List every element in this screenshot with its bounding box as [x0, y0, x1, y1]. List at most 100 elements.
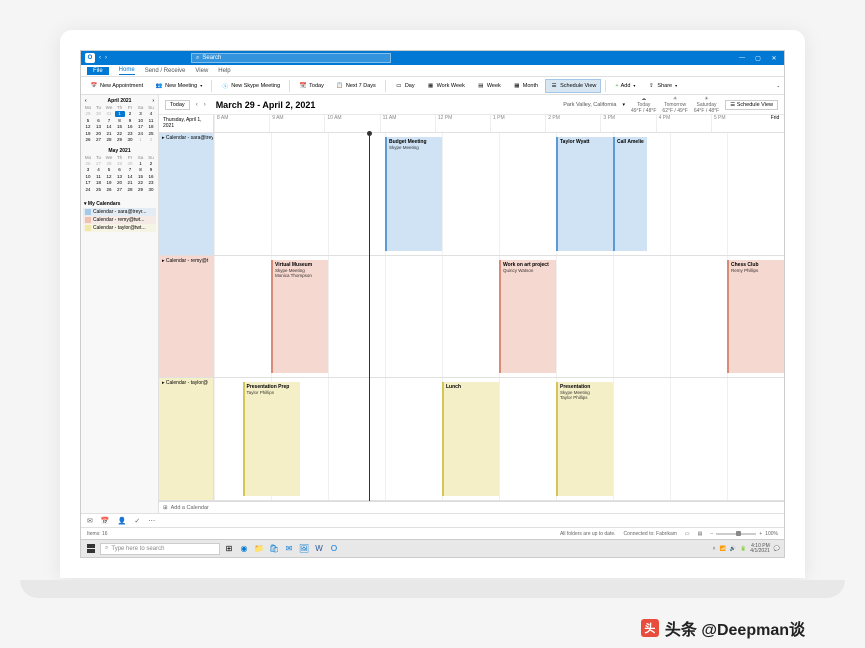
schedule-view-toggle[interactable]: ☰ Schedule View: [725, 100, 778, 110]
calendar-day[interactable]: 8: [115, 117, 125, 123]
zoom-in-icon[interactable]: +: [759, 531, 762, 537]
mini-calendar-may[interactable]: May 2021 MoTuWeThFrSaSu26272829301234567…: [83, 147, 156, 193]
next-month-icon[interactable]: ›: [152, 98, 154, 104]
calendar-day[interactable]: 21: [125, 180, 135, 186]
calendar-day[interactable]: 28: [104, 137, 114, 143]
calendar-event[interactable]: Call Amelie: [613, 137, 647, 251]
row-calendar-label[interactable]: ▸ Calendar - remy@t: [159, 256, 214, 378]
zoom-slider[interactable]: [716, 533, 756, 535]
tab-send-receive[interactable]: Send / Receive: [145, 68, 186, 74]
calendar-day[interactable]: 1: [136, 160, 146, 166]
calendar-day[interactable]: 27: [115, 186, 125, 192]
weather-day[interactable]: ☁Today49°F / 48°F: [631, 96, 656, 114]
calendar-day[interactable]: 27: [94, 137, 104, 143]
calendar-day[interactable]: 13: [94, 124, 104, 130]
calendar-day[interactable]: 9: [125, 117, 135, 123]
calendar-day[interactable]: 23: [146, 180, 156, 186]
calendar-day[interactable]: 22: [115, 130, 125, 136]
row-timeline[interactable]: Budget MeetingSkype Meeting Taylor WyattC…: [214, 133, 784, 255]
new-skype-meeting-button[interactable]: ⓢNew Skype Meeting: [216, 79, 285, 93]
task-view-icon[interactable]: ⊞: [223, 543, 235, 555]
calendar-day[interactable]: 6: [94, 117, 104, 123]
calendar-day[interactable]: 18: [146, 124, 156, 130]
today-nav-button[interactable]: Today: [165, 100, 190, 110]
share-button[interactable]: ⇪Share▾: [642, 79, 682, 93]
calendar-list-item[interactable]: Calendar - remy@twt...: [83, 216, 156, 224]
calendar-day[interactable]: 12: [104, 173, 114, 179]
system-tray[interactable]: ˄ 📶 🔊 🔋 4:10 PM 4/1/2021 💬: [713, 544, 780, 554]
search-input[interactable]: ⌕ Search: [191, 53, 391, 63]
calendar-day[interactable]: 30: [125, 137, 135, 143]
battery-icon[interactable]: 🔋: [740, 546, 746, 552]
calendar-day[interactable]: 4: [146, 111, 156, 117]
calendar-day[interactable]: 14: [125, 173, 135, 179]
calendar-day[interactable]: 28: [125, 186, 135, 192]
calendar-day[interactable]: 20: [115, 180, 125, 186]
calendar-day[interactable]: 5: [104, 167, 114, 173]
day-view-button[interactable]: ▭Day: [390, 79, 420, 93]
calendar-day[interactable]: 24: [136, 130, 146, 136]
calendar-day[interactable]: 10: [136, 117, 146, 123]
schedule-body[interactable]: ▸ Calendar - sara@treyrBudget MeetingSky…: [159, 133, 784, 501]
calendar-day[interactable]: 17: [83, 180, 93, 186]
more-icon[interactable]: ⋯: [148, 517, 155, 525]
calendar-day[interactable]: 12: [83, 124, 93, 130]
prev-month-icon[interactable]: ‹: [85, 98, 87, 104]
back-icon[interactable]: ‹: [99, 55, 101, 61]
my-calendars-toggle[interactable]: ▾ My Calendars: [83, 200, 156, 208]
explorer-icon[interactable]: 📁: [253, 543, 265, 555]
calendar-day[interactable]: 6: [115, 167, 125, 173]
month-view-button[interactable]: ▦Month: [508, 79, 543, 93]
calendar-day[interactable]: 28: [104, 160, 114, 166]
calendar-day[interactable]: 9: [146, 167, 156, 173]
work-week-view-button[interactable]: ▦Work Week: [422, 79, 470, 93]
calendar-day[interactable]: 16: [146, 173, 156, 179]
add-calendar-button[interactable]: ⊞ Add a Calendar: [159, 501, 784, 513]
view-normal-icon[interactable]: ▭: [685, 531, 690, 537]
calendar-list-item[interactable]: Calendar - sara@treyr...: [83, 208, 156, 216]
tab-home[interactable]: Home: [119, 67, 135, 75]
row-calendar-label[interactable]: ▸ Calendar - taylor@: [159, 378, 214, 500]
calendar-day[interactable]: 11: [146, 117, 156, 123]
calendar-event[interactable]: Taylor Wyatt: [556, 137, 613, 251]
calendar-day[interactable]: 26: [83, 160, 93, 166]
next-7-days-button[interactable]: 📋Next 7 Days: [331, 79, 381, 93]
calendar-day[interactable]: 31: [104, 111, 114, 117]
calendar-day[interactable]: 16: [125, 124, 135, 130]
calendar-day[interactable]: 10: [83, 173, 93, 179]
calendar-day[interactable]: 24: [83, 186, 93, 192]
calendar-day[interactable]: 19: [83, 130, 93, 136]
calendar-event[interactable]: Budget MeetingSkype Meeting: [385, 137, 442, 251]
calendar-day[interactable]: 2: [146, 137, 156, 143]
calendar-day[interactable]: 25: [146, 130, 156, 136]
notification-icon[interactable]: 💬: [774, 546, 780, 552]
location-dropdown-icon[interactable]: ▾: [623, 102, 626, 108]
calendar-day[interactable]: 1: [115, 111, 125, 117]
row-timeline[interactable]: Presentation PrepTaylor PhillipsLunchPre…: [214, 378, 784, 500]
people-icon[interactable]: 👤: [118, 517, 127, 525]
row-calendar-label[interactable]: ▸ Calendar - sara@treyr: [159, 133, 214, 255]
close-button[interactable]: ✕: [768, 55, 780, 62]
wifi-icon[interactable]: 📶: [720, 546, 726, 552]
tab-view[interactable]: View: [195, 68, 208, 74]
calendar-day[interactable]: 29: [115, 160, 125, 166]
calendar-event[interactable]: Work on art projectQuincy Watson: [499, 260, 556, 374]
calendar-day[interactable]: 29: [136, 186, 146, 192]
outlook-taskbar-icon[interactable]: O: [328, 543, 340, 555]
schedule-view-button[interactable]: ☰Schedule View: [545, 79, 601, 93]
weather-day[interactable]: ☀Saturday64°F / 48°F: [694, 96, 719, 114]
zoom-control[interactable]: − + 100%: [710, 531, 778, 537]
calendar-day[interactable]: 1: [136, 137, 146, 143]
calendar-day[interactable]: 25: [94, 186, 104, 192]
next-day-icon[interactable]: ›: [204, 102, 206, 108]
tray-chevron-icon[interactable]: ˄: [713, 546, 716, 552]
photos-icon[interactable]: 🖼: [298, 543, 310, 555]
new-meeting-button[interactable]: 👥New Meeting▾: [150, 79, 207, 93]
calendar-day[interactable]: 13: [115, 173, 125, 179]
calendar-day[interactable]: 22: [136, 180, 146, 186]
calendar-day[interactable]: 20: [94, 130, 104, 136]
calendar-day[interactable]: 5: [83, 117, 93, 123]
calendar-day[interactable]: 11: [94, 173, 104, 179]
calendar-day[interactable]: 27: [94, 160, 104, 166]
taskbar-search[interactable]: ⌕ Type here to search: [100, 543, 220, 555]
